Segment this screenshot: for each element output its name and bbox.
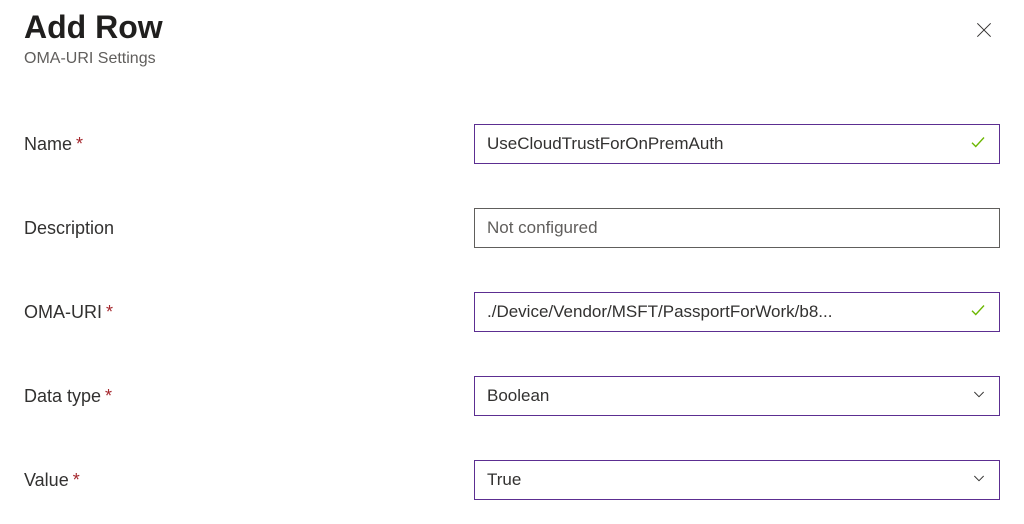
datatype-label-text: Data type xyxy=(24,386,101,407)
page-subtitle: OMA-URI Settings xyxy=(24,50,163,68)
value-label: Value * xyxy=(24,470,474,491)
datatype-selected-value: Boolean xyxy=(487,386,549,406)
datatype-select[interactable]: Boolean xyxy=(474,376,1000,416)
required-asterisk: * xyxy=(106,302,113,323)
chevron-down-icon xyxy=(971,470,987,491)
chevron-down-icon xyxy=(971,386,987,407)
description-input-wrap[interactable] xyxy=(474,208,1000,248)
check-icon xyxy=(969,301,987,324)
value-label-text: Value xyxy=(24,470,69,491)
omauri-input[interactable] xyxy=(487,302,961,322)
name-input-wrap[interactable] xyxy=(474,124,1000,164)
description-input[interactable] xyxy=(487,218,987,238)
page-title: Add Row xyxy=(24,8,163,46)
close-icon xyxy=(974,20,994,43)
name-label-text: Name xyxy=(24,134,72,155)
required-asterisk: * xyxy=(105,386,112,407)
required-asterisk: * xyxy=(76,134,83,155)
omauri-label: OMA-URI * xyxy=(24,302,474,323)
value-select[interactable]: True xyxy=(474,460,1000,500)
close-button[interactable] xyxy=(968,14,1000,49)
name-input[interactable] xyxy=(487,134,961,154)
check-icon xyxy=(969,133,987,156)
value-selected-value: True xyxy=(487,470,521,490)
description-label-text: Description xyxy=(24,218,114,239)
required-asterisk: * xyxy=(73,470,80,491)
name-label: Name * xyxy=(24,134,474,155)
description-label: Description xyxy=(24,218,474,239)
omauri-input-wrap[interactable] xyxy=(474,292,1000,332)
omauri-label-text: OMA-URI xyxy=(24,302,102,323)
datatype-label: Data type * xyxy=(24,386,474,407)
